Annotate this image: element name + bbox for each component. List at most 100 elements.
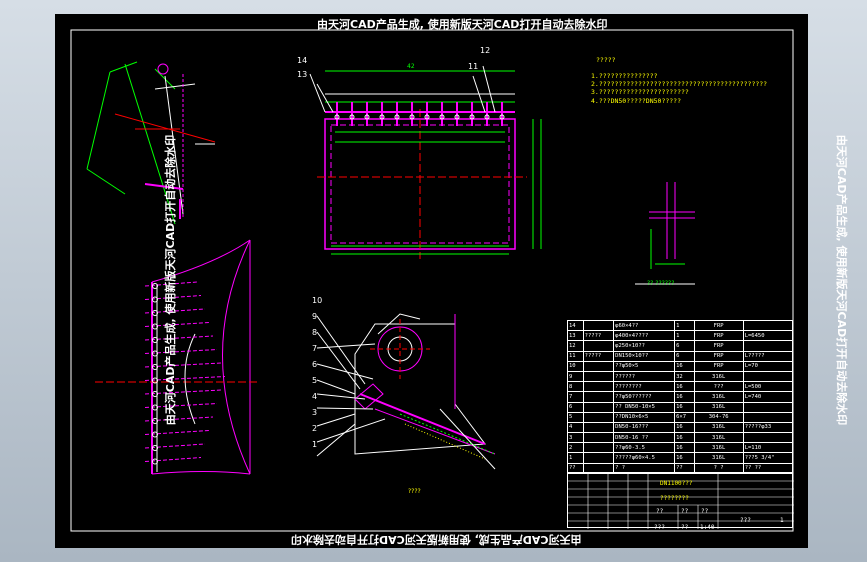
table-cell: 14: [567, 319, 584, 332]
watermark-right: 由天河CAD产品生成, 使用新版天河CAD打开自动去除水印: [835, 134, 849, 426]
table-cell: FRP: [693, 340, 744, 352]
notes-line-4: 4.???DN50?????DN50?????: [591, 97, 682, 105]
table-cell: ??φ50??????: [613, 391, 676, 403]
balloon-label: 7: [312, 344, 318, 353]
title-block: DN1100??? ???????? ??? 1 ?? ?? ?? ??? ??…: [567, 472, 794, 531]
table-cell: 1: [567, 452, 584, 464]
table-cell: L=110: [742, 442, 794, 454]
table-cell: 16: [674, 442, 695, 454]
cad-drawing-canvas[interactable]: 由天河CAD产品生成, 使用新版天河CAD打开自动去除水印 由天河CAD产品生成…: [55, 14, 848, 548]
title-row-a-3: ??: [701, 508, 709, 515]
parts-list-table: 14 φ60×4?? 1 FRP 13????? φ400×4???? 1 FRP L=6450…: [567, 319, 794, 474]
title-row-b-2: ??: [681, 524, 689, 531]
notes-line-1: 1.???????????????: [591, 72, 658, 80]
table-cell: ??DN10×6×5: [613, 411, 676, 423]
table-cell: [742, 340, 794, 352]
table-cell: [582, 319, 615, 332]
table-cell: 16: [674, 401, 695, 413]
table-row: 13????? φ400×4???? 1 FRP L=6450: [567, 330, 794, 342]
table-cell: 5: [567, 411, 584, 423]
table-row: 4 DN50-16??? 16 316L ?????φ33: [567, 421, 794, 434]
table-cell: [582, 401, 615, 413]
watermark-top: 由天河CAD产品生成, 使用新版天河CAD打开自动去除水印: [317, 18, 608, 31]
table-cell: ?????: [582, 350, 615, 362]
table-cell: L=6450: [742, 330, 794, 342]
watermark-left: 由天河CAD产品生成, 使用新版天河CAD打开自动去除水印: [164, 134, 178, 426]
table-cell: 11: [567, 350, 584, 362]
balloon-label: 6: [312, 360, 318, 369]
table-row: 10 ??φ50×5 16 FRP L=70: [567, 360, 794, 372]
table-cell: [742, 411, 794, 423]
table-cell: 316L: [693, 421, 744, 434]
table-row: 3 DN50-16 ?? 16 316L: [567, 432, 794, 444]
notes-line-3: 3.???????????????????????: [591, 88, 689, 96]
table-cell: ?? DN50-10×5: [613, 401, 676, 413]
table-cell: [742, 319, 794, 332]
table-cell: 316L: [693, 401, 744, 413]
table-cell: ?????φ33: [742, 421, 794, 434]
table-cell: [582, 370, 615, 383]
table-cell: L=500: [742, 381, 794, 393]
notes-heading: ?????: [596, 56, 616, 64]
table-cell: DN150×10??: [613, 350, 676, 362]
balloon-label: 4: [312, 392, 318, 401]
balloon-label: 8: [312, 328, 318, 337]
table-cell: φ250×10??: [613, 340, 676, 352]
table-cell: 316L: [693, 370, 744, 383]
table-cell: 316L: [693, 391, 744, 403]
table-cell: 16: [674, 432, 695, 444]
table-cell: [582, 421, 615, 434]
table-cell: φ60×4??: [613, 319, 676, 332]
table-cell: [582, 432, 615, 444]
table-cell: 6: [567, 401, 584, 413]
table-row: 8???????? 16??? L=500: [567, 381, 794, 393]
table-cell: ?????φ60×4.5: [613, 452, 676, 464]
table-cell: L=740: [742, 391, 794, 403]
table-cell: [582, 381, 615, 393]
watermark-bottom: 由天河CAD产品生成, 使用新版天河CAD打开自动去除水印: [291, 533, 582, 546]
table-cell: ??????: [613, 370, 676, 383]
title-row-b-3: 1:40: [700, 524, 715, 531]
table-cell: 16: [674, 452, 695, 464]
table-cell: 8: [567, 381, 584, 393]
table-row: 11????? DN150×10?? 6 FRP L?????: [567, 350, 794, 362]
table-cell: ??φ60-3.5: [613, 442, 676, 454]
table-cell: [742, 370, 794, 383]
table-cell: [582, 411, 615, 423]
balloon-label: 9: [312, 312, 318, 321]
table-row: 12 φ250×10?? 6 FRP: [567, 340, 794, 352]
table-cell: ???: [693, 381, 744, 393]
table-cell: 7: [567, 391, 584, 403]
table-cell: [742, 401, 794, 413]
title-row-b-1: ???: [654, 524, 665, 531]
label-dimension: 42: [407, 63, 415, 70]
table-cell: FRP: [693, 360, 744, 372]
table-cell: ???5 3/4": [742, 452, 794, 464]
table-cell: 4: [567, 421, 584, 434]
table-cell: 3: [567, 432, 584, 444]
drawing-name: DN1100???: [660, 480, 693, 487]
balloon-label: 5: [312, 376, 318, 385]
table-cell: 1: [674, 319, 695, 332]
table-cell: 9: [567, 370, 584, 383]
table-cell: 304-76: [693, 411, 744, 423]
table-cell: ?????: [582, 330, 615, 342]
table-cell: 6: [674, 340, 695, 352]
table-cell: [742, 432, 794, 444]
table-cell: 2: [567, 442, 584, 454]
table-cell: φ400×4????: [613, 330, 676, 342]
table-cell: DN50-16 ??: [613, 432, 676, 444]
table-cell: 16: [674, 381, 695, 393]
table-cell: 16: [674, 421, 695, 434]
table-cell: [582, 452, 615, 464]
table-cell: 316L: [693, 432, 744, 444]
title-row-a-2: ??: [681, 508, 689, 515]
scale-label: ???: [740, 517, 751, 524]
label-14: 14: [297, 56, 308, 65]
table-cell: 32: [674, 370, 695, 383]
table-cell: FRP: [693, 350, 744, 362]
table-row: 1 ?????φ60×4.5 16 316L ???5 3/4": [567, 452, 794, 464]
table-cell: ????????: [613, 381, 676, 393]
table-cell: 6: [674, 350, 695, 362]
table-row: 6 ?? DN50-10×5 16 316L: [567, 401, 794, 413]
